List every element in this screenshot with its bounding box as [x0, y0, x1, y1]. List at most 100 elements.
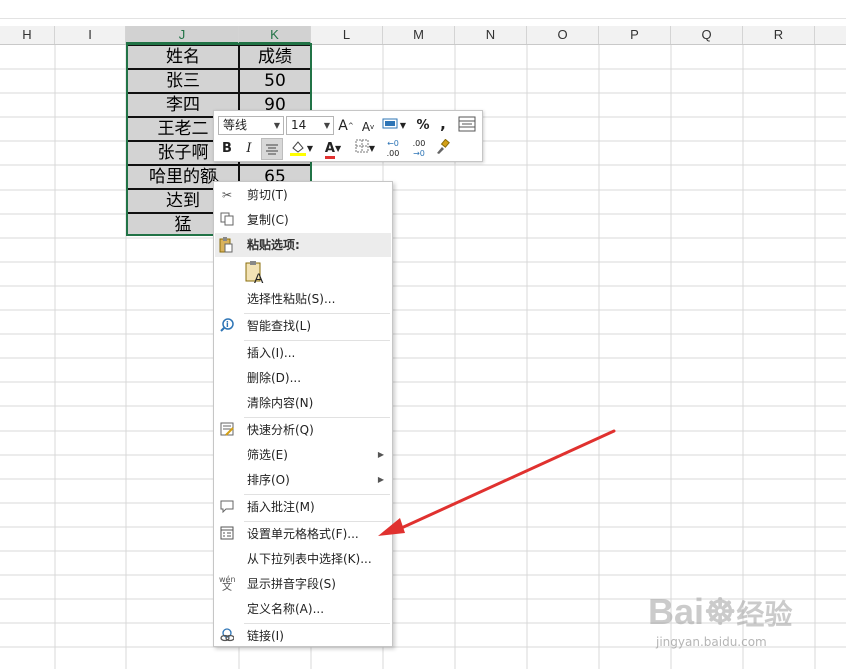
increase-decimal-button[interactable]: ←0.00	[382, 139, 404, 159]
watermark-url: jingyan.baidu.com	[656, 635, 767, 649]
menu-item-insert-comment-label: 插入批注(M)	[247, 500, 315, 514]
menu-item-smart-lookup-label: 智能查找(L)	[247, 319, 312, 333]
menu-item-copy-label: 复制(C)	[247, 213, 289, 227]
menu-item-define-name[interactable]: 定义名称(A)...	[214, 597, 392, 621]
font-color-icon: A	[324, 142, 335, 159]
menu-item-insert-comment[interactable]: 插入批注(M)	[214, 495, 392, 519]
arrow-left-icon: ←0	[387, 139, 399, 148]
menu-item-format-cells[interactable]: 设置单元格格式(F)...	[214, 522, 392, 546]
menu-item-pick-from-list[interactable]: 从下拉列表中选择(K)...	[214, 547, 392, 571]
font-name-value: 等线	[223, 118, 248, 132]
paste-options-header: 粘贴选项:	[215, 233, 391, 257]
format-painter-button[interactable]	[432, 138, 452, 159]
menu-item-filter-label: 筛选(E)	[247, 448, 288, 462]
menu-item-clear-contents[interactable]: 清除内容(N)	[214, 391, 392, 415]
center-align-button[interactable]	[261, 138, 283, 160]
column-header-o[interactable]: O	[527, 26, 599, 44]
font-color-button[interactable]: A▼	[318, 139, 348, 159]
column-header-i[interactable]: I	[55, 26, 126, 44]
paintbrush-icon	[437, 138, 450, 154]
cell-k-header[interactable]: 成绩	[239, 45, 311, 69]
column-header-l[interactable]: L	[311, 26, 383, 44]
menu-item-insert[interactable]: 插入(I)...	[214, 341, 392, 365]
column-header-j[interactable]: J	[126, 26, 239, 44]
align-center-icon	[266, 144, 278, 155]
watermark-brand: Bai	[648, 591, 705, 632]
menu-item-quick-analysis-label: 快速分析(Q)	[247, 423, 314, 437]
font-size-value: 14	[291, 118, 307, 132]
chevron-right-icon: ▶	[377, 475, 384, 484]
menu-item-paste-special-label: 选择性粘贴(S)...	[247, 292, 336, 306]
svg-text:A: A	[254, 270, 264, 286]
menu-item-cut-label: 剪切(T)	[247, 188, 288, 202]
currency-icon	[382, 118, 398, 129]
fill-color-button[interactable]: ▼	[286, 139, 316, 159]
chevron-down-icon: ▼	[273, 121, 280, 130]
bold-button[interactable]: B	[218, 139, 236, 159]
svg-text:i: i	[226, 320, 229, 329]
menu-item-quick-analysis[interactable]: 快速分析(Q)	[214, 418, 392, 442]
menu-item-link[interactable]: 链接(I)	[214, 624, 392, 648]
accounting-format-button[interactable]: ▼	[380, 116, 408, 136]
percent-style-button[interactable]: %	[414, 116, 432, 136]
borders-button[interactable]: ▼	[352, 139, 378, 159]
menu-item-link-label: 链接(I)	[247, 629, 284, 643]
menu-item-copy[interactable]: 复制(C)	[214, 208, 392, 232]
merge-cells-icon	[458, 116, 476, 132]
paw-icon: ☸	[704, 591, 737, 632]
ribbon-bottom-strip	[0, 0, 846, 19]
chevron-down-icon: ▼	[323, 121, 330, 130]
merge-center-button[interactable]	[456, 116, 478, 136]
grow-font-button[interactable]: A^	[338, 116, 354, 136]
menu-item-show-phonetic-label: 显示拼音字段(S)	[247, 577, 336, 591]
paste-options-label: 粘贴选项:	[247, 238, 300, 252]
context-menu: ✂ 剪切(T) 复制(C) 粘贴选项: A 选择性粘贴(S)... i 智能查找…	[213, 181, 393, 647]
column-header-r[interactable]: R	[743, 26, 815, 44]
quick-analysis-icon	[219, 422, 235, 438]
cell-k-row1[interactable]: 50	[239, 69, 311, 93]
column-header-k[interactable]: K	[239, 26, 311, 44]
paste-keep-text-button[interactable]: A	[244, 260, 268, 286]
grow-font-icon: A	[338, 118, 348, 134]
paste-text-only-icon: A	[245, 261, 264, 286]
column-header-n[interactable]: N	[455, 26, 527, 44]
menu-item-sort[interactable]: 排序(O) ▶	[214, 468, 392, 492]
menu-item-insert-label: 插入(I)...	[247, 346, 296, 360]
arrow-right-icon: →0	[413, 149, 425, 158]
smart-lookup-icon: i	[219, 318, 235, 334]
menu-item-smart-lookup[interactable]: i 智能查找(L)	[214, 314, 392, 338]
copy-icon	[219, 212, 235, 228]
borders-icon	[355, 139, 369, 153]
column-header-p[interactable]: P	[599, 26, 671, 44]
paint-bucket-icon	[289, 141, 306, 156]
menu-item-format-cells-label: 设置单元格格式(F)...	[247, 527, 359, 541]
shrink-font-button[interactable]: Av	[360, 117, 376, 137]
menu-item-sort-label: 排序(O)	[247, 473, 290, 487]
mini-toolbar: 等线 ▼ 14 ▼ A^ Av ▼ % , B I ▼ A▼ ▼ ←0.00 .…	[213, 110, 483, 162]
phonetic-icon: wén 文	[219, 575, 236, 593]
italic-button[interactable]: I	[240, 139, 258, 159]
comment-icon	[219, 499, 235, 515]
format-cells-icon	[219, 526, 235, 542]
increase-decimal-label: .00	[386, 149, 400, 158]
comma-style-button[interactable]: ,	[436, 114, 450, 134]
menu-item-show-phonetic[interactable]: wén 文 显示拼音字段(S)	[214, 572, 392, 596]
menu-item-define-name-label: 定义名称(A)...	[247, 602, 325, 616]
menu-item-delete[interactable]: 删除(D)...	[214, 366, 392, 390]
column-header-m[interactable]: M	[383, 26, 455, 44]
font-name-combo[interactable]: 等线 ▼	[218, 116, 284, 135]
menu-item-clear-contents-label: 清除内容(N)	[247, 396, 314, 410]
cell-j-header[interactable]: 姓名	[127, 45, 239, 69]
decrease-decimal-button[interactable]: .00 →0	[408, 139, 430, 159]
menu-item-filter[interactable]: 筛选(E) ▶	[214, 443, 392, 467]
baidu-watermark: Bai☸经验 jingyan.baidu.com	[648, 592, 838, 662]
cell-j-row1[interactable]: 张三	[127, 69, 239, 93]
column-header-h[interactable]: H	[0, 26, 55, 44]
font-size-combo[interactable]: 14 ▼	[286, 116, 334, 135]
menu-item-paste-special[interactable]: 选择性粘贴(S)...	[214, 287, 392, 311]
shrink-font-icon: A	[361, 120, 371, 134]
column-header-q[interactable]: Q	[671, 26, 743, 44]
watermark-brand-cn: 经验	[736, 599, 793, 630]
clipboard-icon	[219, 237, 233, 256]
menu-item-cut[interactable]: ✂ 剪切(T)	[214, 183, 392, 207]
